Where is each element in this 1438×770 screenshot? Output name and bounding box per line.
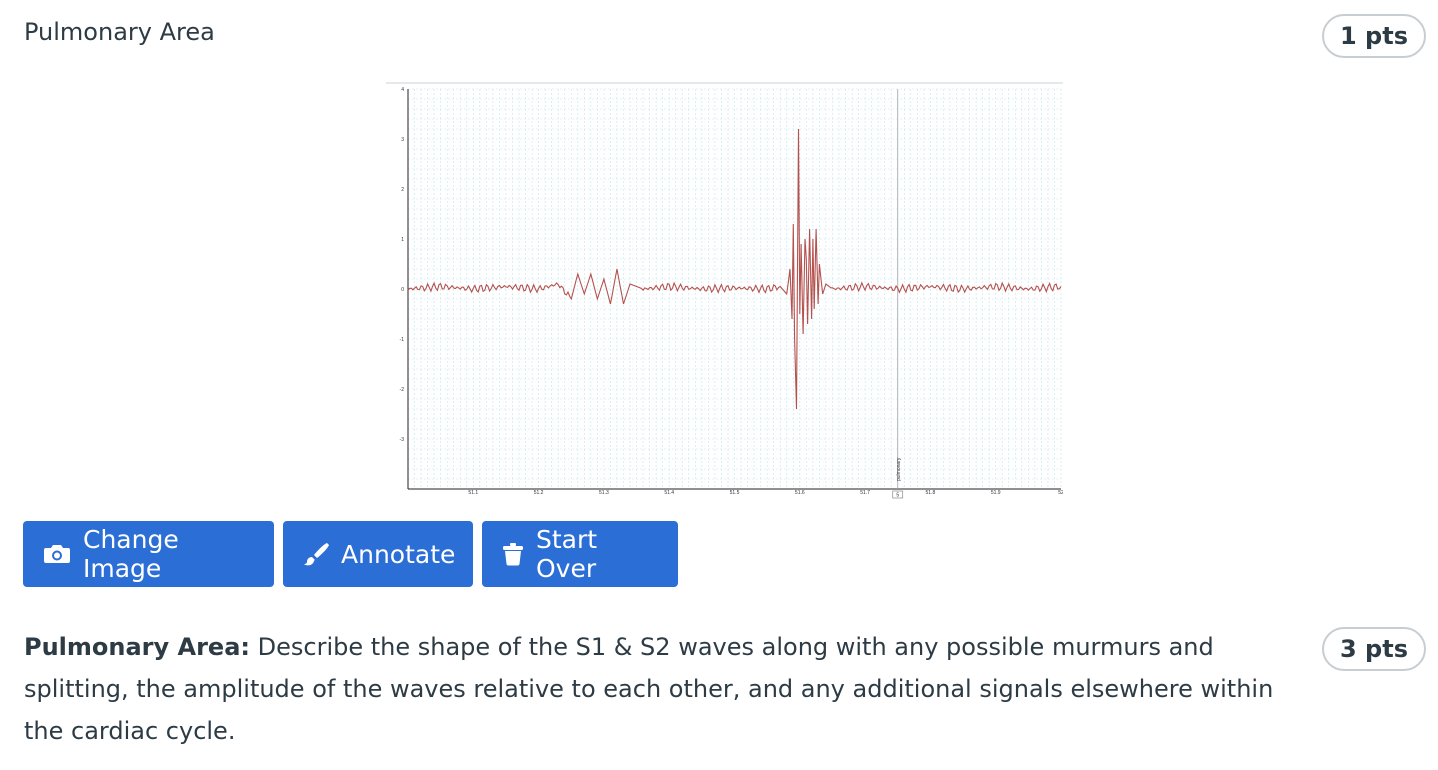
- brush-icon: [304, 543, 329, 566]
- y-tick-label: 1: [401, 237, 404, 243]
- change-image-button[interactable]: Change Image: [23, 521, 274, 587]
- phonocardiogram-chart: 4 3 2 1 0 -1 -2 -3 51.1 51.2 51.3 51.4 51.5 51.6 51.7 5…: [386, 81, 1063, 503]
- y-tick-label: 3: [401, 137, 404, 143]
- y-tick-label: 2: [401, 187, 404, 193]
- x-tick-label: 51.1: [468, 490, 478, 496]
- y-tick-label: -2: [400, 387, 405, 393]
- marker-label: pulmonary: [896, 457, 902, 481]
- trash-icon: [503, 543, 523, 566]
- x-tick-label: 51.5: [730, 490, 740, 496]
- start-over-label: Start Over: [536, 525, 598, 583]
- x-tick-label: 51.8: [926, 490, 936, 496]
- annotate-label: Annotate: [341, 539, 456, 569]
- x-tick-label: 52: [1058, 490, 1063, 496]
- y-tick-label: 4: [401, 87, 404, 93]
- x-tick-label: 51.9: [991, 490, 1001, 496]
- points-badge: 1 pts: [1322, 14, 1426, 58]
- x-tick-label: 51.7: [860, 490, 870, 496]
- change-image-label: Change Image: [83, 525, 179, 583]
- x-tick-label: 51.4: [664, 490, 674, 496]
- start-over-button[interactable]: Start Over: [482, 521, 678, 587]
- x-tick-label: 51.2: [534, 490, 544, 496]
- points-badge-2: 3 pts: [1322, 627, 1426, 671]
- chart-svg: 4 3 2 1 0 -1 -2 -3 51.1 51.2 51.3 51.4 51.5 51.6 51.7 5…: [386, 82, 1063, 499]
- camera-icon: [44, 545, 70, 563]
- y-tick-label: -3: [400, 437, 405, 443]
- question-label: Pulmonary Area:: [24, 633, 250, 661]
- x-tick-label: 51.6: [795, 490, 805, 496]
- y-tick-label: 0: [401, 287, 404, 293]
- y-tick-label: -1: [400, 337, 405, 343]
- annotate-button[interactable]: Annotate: [283, 521, 473, 587]
- question-title: Pulmonary Area: [24, 18, 215, 46]
- question-prompt: Pulmonary Area: Describe the shape of th…: [24, 626, 1294, 752]
- x-tick-label: 51.3: [599, 490, 609, 496]
- marker-tag: 5: [896, 493, 899, 499]
